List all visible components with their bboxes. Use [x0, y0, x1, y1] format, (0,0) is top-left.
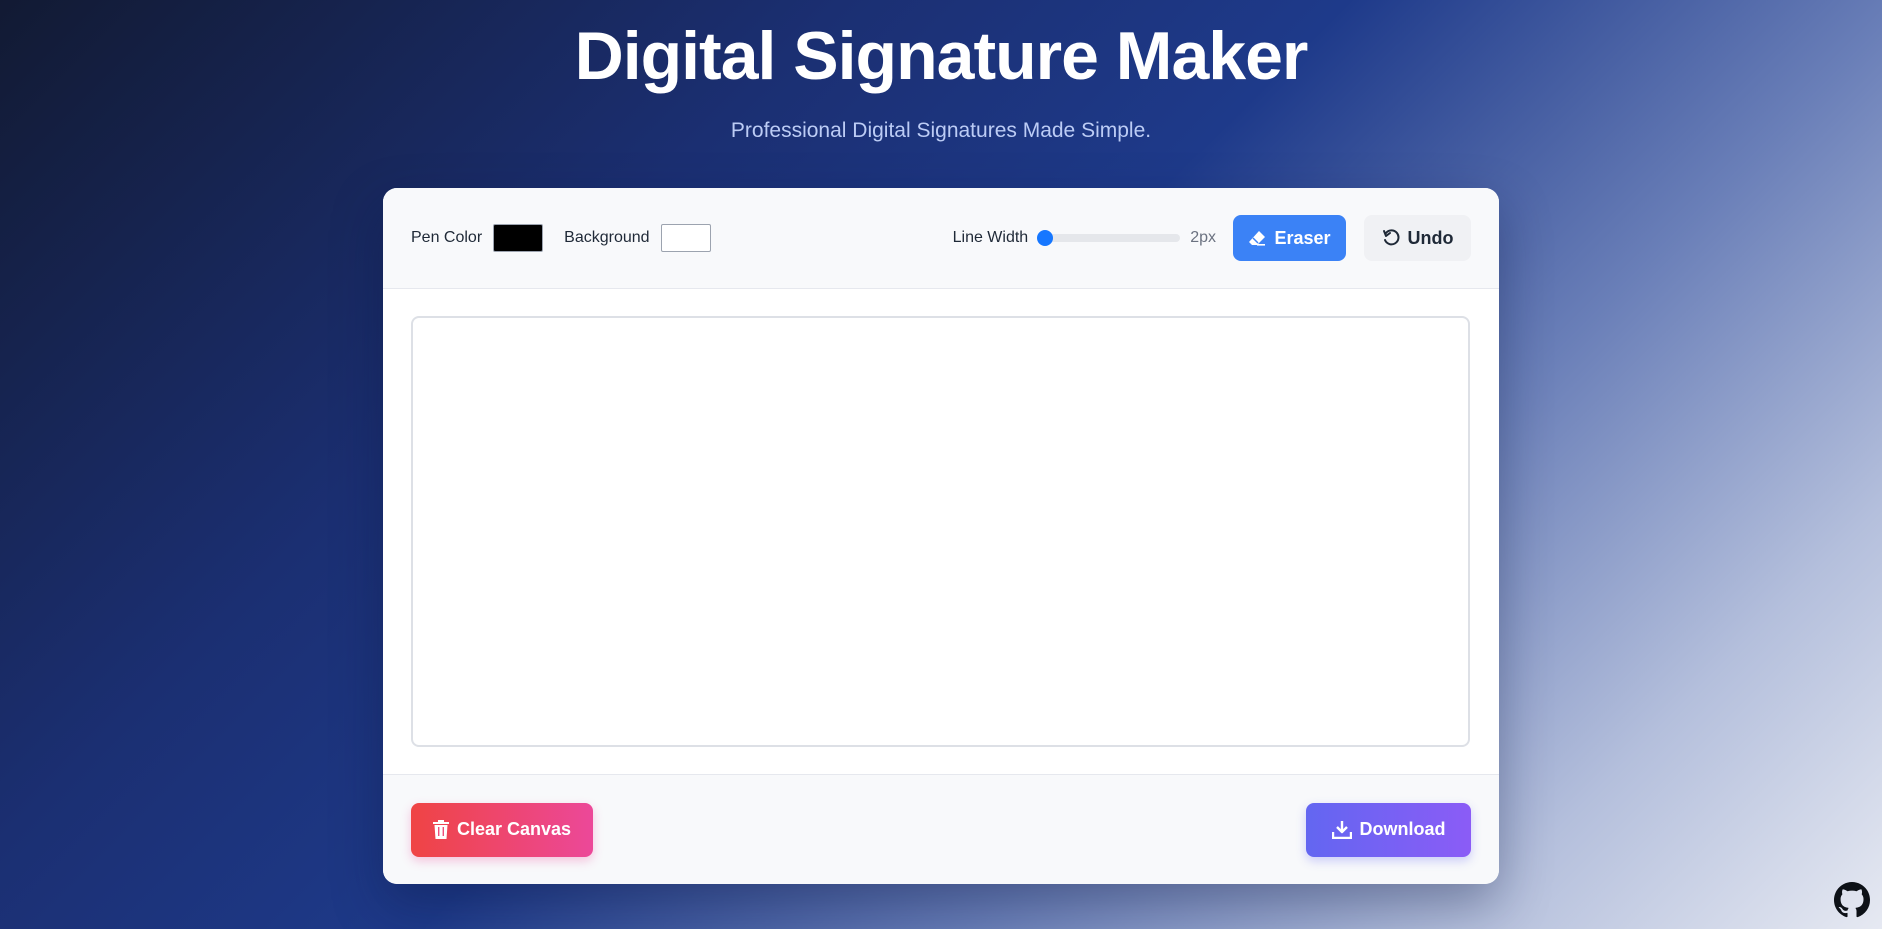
undo-icon	[1382, 229, 1399, 246]
pen-color-picker[interactable]	[493, 224, 544, 252]
trash-icon	[432, 820, 449, 839]
signature-canvas[interactable]	[411, 316, 1470, 747]
download-button[interactable]: Download	[1306, 802, 1471, 857]
canvas-area	[383, 289, 1499, 775]
eraser-button-label: Eraser	[1274, 227, 1331, 248]
line-width-value: 2px	[1190, 229, 1216, 246]
eraser-button[interactable]: Eraser	[1233, 215, 1346, 261]
page-title: Digital Signature Maker	[574, 18, 1309, 94]
download-button-label: Download	[1359, 819, 1446, 839]
github-link[interactable]	[1834, 882, 1870, 918]
undo-button-label: Undo	[1407, 227, 1454, 248]
background-label: Background	[564, 229, 650, 246]
line-width-label: Line Width	[952, 229, 1029, 246]
line-width-slider-thumb[interactable]	[1037, 230, 1054, 246]
page-header: Digital Signature Maker Professional Dig…	[0, 16, 1882, 144]
eraser-icon	[1249, 231, 1266, 246]
line-width-slider[interactable]	[1037, 230, 1181, 246]
clear-canvas-button[interactable]: Clear Canvas	[411, 802, 593, 857]
github-icon	[1834, 882, 1870, 918]
signature-card: Pen Color Background Line Width 2px Eras…	[383, 188, 1499, 884]
pen-color-label: Pen Color	[411, 229, 483, 246]
page-subtitle: Professional Digital Signatures Made Sim…	[730, 119, 1152, 142]
toolbar: Pen Color Background Line Width 2px Eras…	[383, 188, 1499, 289]
clear-canvas-label: Clear Canvas	[456, 819, 572, 839]
card-footer: Clear Canvas Download	[383, 775, 1499, 884]
background-color-picker[interactable]	[660, 224, 711, 252]
undo-button[interactable]: Undo	[1364, 215, 1471, 261]
download-icon	[1331, 820, 1352, 839]
